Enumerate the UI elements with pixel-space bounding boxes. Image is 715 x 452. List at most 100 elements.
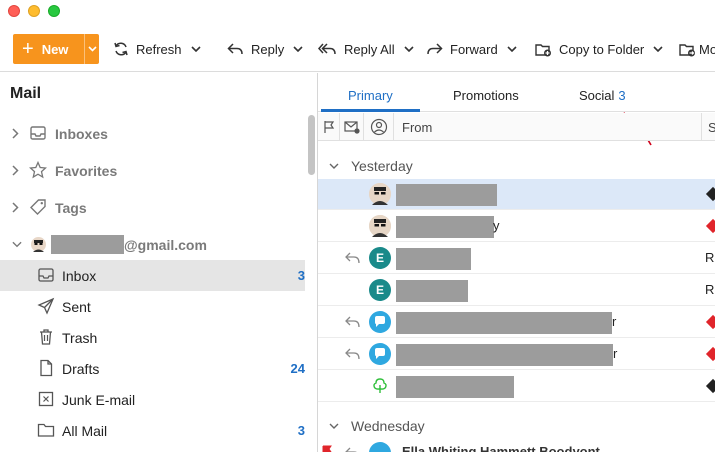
tag-icon bbox=[30, 199, 46, 215]
tag-marker bbox=[705, 218, 715, 234]
forward-label: Forward bbox=[450, 41, 498, 57]
message-row[interactable] bbox=[318, 179, 715, 210]
copy-to-folder-label: Copy to Folder bbox=[559, 41, 645, 57]
tag-marker bbox=[705, 186, 715, 202]
inbox-tray-icon bbox=[30, 126, 46, 140]
folder-label: Junk E-mail bbox=[62, 391, 136, 408]
flag-icon[interactable] bbox=[322, 445, 332, 452]
folder-icon bbox=[37, 423, 55, 437]
chevron-down-icon[interactable] bbox=[190, 46, 201, 52]
tab-label: Social bbox=[579, 88, 615, 103]
new-button-group: + New bbox=[13, 34, 99, 64]
avatar bbox=[31, 237, 46, 252]
folder-junk[interactable]: Junk E-mail bbox=[0, 384, 305, 415]
new-dropdown-button[interactable] bbox=[84, 34, 99, 64]
message-row[interactable]: Ella Whiting Hammett Boodyont bbox=[318, 440, 715, 452]
avatar bbox=[369, 311, 391, 333]
account-email: @gmail.com bbox=[51, 235, 207, 254]
person-icon bbox=[370, 118, 387, 136]
avatar bbox=[369, 442, 391, 452]
move-button[interactable]: Mo bbox=[679, 39, 715, 59]
minimize-window-button[interactable] bbox=[28, 5, 40, 17]
folder-label: Inbox bbox=[62, 267, 97, 284]
redacted-sender bbox=[396, 376, 514, 398]
chevron-down-icon[interactable] bbox=[293, 46, 303, 52]
reply-all-button[interactable]: Reply All bbox=[318, 39, 414, 59]
column-header: From S bbox=[318, 113, 715, 141]
group-tags[interactable]: Tags bbox=[0, 192, 305, 223]
reply-all-label: Reply All bbox=[344, 41, 395, 57]
plus-icon: + bbox=[22, 38, 34, 60]
refresh-button[interactable]: Refresh bbox=[113, 39, 201, 59]
tag-marker bbox=[705, 314, 715, 330]
date-group-label: Wednesday bbox=[351, 418, 425, 434]
tab-primary[interactable]: Primary bbox=[348, 88, 393, 103]
chevron-down-icon[interactable] bbox=[507, 46, 517, 52]
avatar bbox=[369, 215, 391, 237]
tab-promotions[interactable]: Promotions bbox=[453, 88, 519, 103]
column-divider[interactable] bbox=[701, 113, 702, 141]
folder-drafts[interactable]: Drafts 24 bbox=[0, 353, 305, 384]
sender-trailing-text: r bbox=[612, 314, 617, 329]
tab-badge: 3 bbox=[618, 88, 626, 103]
tab-label: Primary bbox=[348, 88, 393, 103]
group-favorites[interactable]: Favorites bbox=[0, 155, 305, 186]
folder-sent[interactable]: Sent bbox=[0, 291, 305, 322]
subject-column-header[interactable]: S bbox=[708, 120, 715, 135]
pane-title: Mail bbox=[10, 85, 42, 102]
chevron-right-icon[interactable] bbox=[12, 165, 22, 176]
avatar: E bbox=[369, 279, 391, 301]
message-row[interactable]: r bbox=[318, 339, 715, 370]
message-row[interactable]: r bbox=[318, 307, 715, 338]
flag-icon bbox=[323, 121, 334, 133]
chevron-down-icon[interactable] bbox=[404, 46, 414, 52]
chevron-right-icon[interactable] bbox=[12, 202, 22, 213]
replied-icon bbox=[345, 252, 360, 264]
from-column-header[interactable]: From bbox=[402, 120, 432, 135]
reply-button[interactable]: Reply bbox=[227, 39, 303, 59]
avatar bbox=[369, 343, 391, 365]
message-row[interactable]: y bbox=[318, 211, 715, 242]
contact-column[interactable] bbox=[364, 113, 394, 141]
new-button[interactable]: + New bbox=[13, 34, 84, 64]
tab-social[interactable]: Social 3 bbox=[579, 88, 626, 103]
junk-box-icon bbox=[38, 391, 54, 407]
redacted-sender bbox=[396, 184, 497, 206]
close-window-button[interactable] bbox=[8, 5, 20, 17]
group-inboxes[interactable]: Inboxes bbox=[0, 118, 305, 149]
chevron-down-icon[interactable] bbox=[329, 163, 339, 169]
zoom-window-button[interactable] bbox=[48, 5, 60, 17]
account-email-suffix: @gmail.com bbox=[124, 236, 207, 253]
forward-arrow-icon bbox=[427, 43, 443, 55]
message-row[interactable]: E R bbox=[318, 243, 715, 274]
account-row[interactable]: @gmail.com bbox=[0, 229, 305, 260]
flag-column[interactable] bbox=[318, 113, 340, 141]
star-icon bbox=[29, 161, 47, 179]
tab-label: Promotions bbox=[453, 88, 519, 103]
folder-label: All Mail bbox=[62, 422, 108, 439]
date-group-header[interactable]: Wednesday bbox=[318, 414, 715, 438]
chevron-down-icon[interactable] bbox=[329, 423, 339, 429]
folder-all-mail[interactable]: All Mail 3 bbox=[0, 415, 305, 446]
toolbar: + New Refresh Reply Reply All Forward Co… bbox=[0, 26, 715, 72]
chevron-down-icon[interactable] bbox=[653, 46, 663, 52]
message-row[interactable]: E R bbox=[318, 275, 715, 306]
chevron-down-icon[interactable] bbox=[12, 241, 22, 248]
copy-to-folder-button[interactable]: Copy to Folder bbox=[535, 39, 663, 59]
chevron-right-icon[interactable] bbox=[12, 128, 22, 139]
reply-label: Reply bbox=[251, 41, 285, 57]
redacted-sender bbox=[396, 280, 468, 302]
message-row[interactable] bbox=[318, 371, 715, 402]
envelope-icon bbox=[343, 120, 360, 134]
unread-count: 24 bbox=[290, 361, 305, 376]
date-group-header[interactable]: Yesterday bbox=[318, 154, 715, 178]
folder-inbox[interactable]: Inbox 3 bbox=[0, 260, 305, 291]
replied-icon bbox=[345, 447, 357, 452]
redacted-sender bbox=[396, 344, 613, 366]
scrollbar-thumb[interactable] bbox=[308, 115, 315, 175]
read-status-column[interactable] bbox=[340, 113, 364, 141]
forward-button[interactable]: Forward bbox=[426, 39, 517, 59]
avatar: E bbox=[369, 247, 391, 269]
folder-trash[interactable]: Trash bbox=[0, 322, 305, 353]
redacted-sender bbox=[396, 248, 471, 270]
